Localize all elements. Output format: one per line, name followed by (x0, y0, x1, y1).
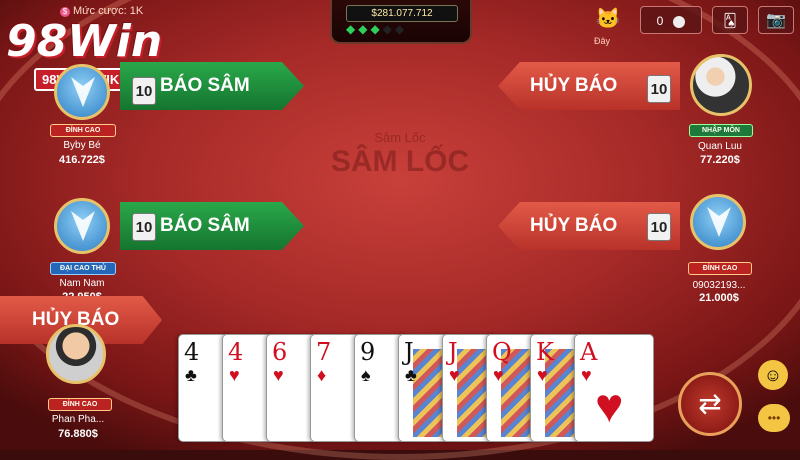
player-money: 77.220$ (700, 154, 740, 166)
player-name: Phan Pha... (51, 414, 105, 425)
card-rank: 7 (316, 338, 332, 366)
card-face-art (457, 349, 487, 437)
card-suit: ♦ (317, 365, 327, 385)
card-count: 10 (647, 213, 671, 241)
swap-icon[interactable]: ⇄ (678, 372, 742, 436)
player-money: 76.880$ (58, 428, 98, 440)
cat-bag-icon[interactable]: 🐱 (590, 6, 626, 32)
card-rank: J (404, 338, 414, 366)
camera-icon[interactable]: 📷 (758, 6, 794, 34)
card-rank: 6 (272, 338, 288, 366)
card-suit: ♣ (185, 365, 197, 385)
card-rank: Q (492, 338, 512, 366)
counter-button[interactable]: 0 (640, 6, 702, 34)
player-action-label: BÁO SÂM (160, 75, 250, 96)
rank-badge: ĐỈNH CAO (48, 398, 112, 411)
card-count: 10 (132, 77, 156, 105)
player-avatar[interactable] (690, 54, 752, 116)
player-name: Nam Nam (59, 278, 105, 289)
card-count: 10 (132, 213, 156, 241)
card-suit: ♥ (449, 365, 460, 385)
player-hand: 4 ♣ 4 ♥ 6 ♥ 7 ♦ 9 ♠ J ♣ J ♥ Q ♥ K ♥ A ♥ ♥ (178, 334, 658, 446)
card-rank: 4 (228, 338, 244, 366)
card-suit: ♠ (361, 365, 371, 385)
fox-icon (707, 207, 731, 237)
player-avatar[interactable] (690, 194, 746, 250)
player-money: 21.000$ (699, 292, 739, 304)
fox-icon (71, 77, 95, 107)
chat-icon[interactable]: ••• (758, 404, 790, 432)
watermark-line2: SÂM LỐC (330, 145, 470, 178)
player-name: Quan Luu (698, 141, 742, 152)
player-name: 09032193... (692, 280, 746, 291)
table-watermark: Sâm Lốc SÂM LỐC (300, 130, 500, 179)
rank-badge: ĐẠI CAO THỦ (50, 262, 116, 275)
fox-icon (71, 211, 95, 241)
card-suit: ♥ (273, 365, 284, 385)
player-avatar[interactable] (54, 64, 110, 120)
card-rank: 4 (184, 338, 200, 366)
heart-icon: ♥ (595, 380, 624, 433)
card-rank: A (580, 338, 598, 366)
gem-icons-filled: ◆◆◆ (346, 22, 383, 36)
player-avatar[interactable] (46, 324, 106, 384)
gem-icons-empty: ◆◆ (382, 22, 408, 36)
smile-icon[interactable]: ☺ (758, 360, 788, 390)
rank-badge: NHẬP MÔN (689, 124, 753, 137)
bag-label: Đây (594, 36, 611, 46)
player-action-label: HỦY BÁO (530, 75, 618, 96)
coin-toggle-icon (673, 15, 686, 28)
card-suit: ♥ (537, 365, 548, 385)
card-count: 10 (647, 75, 671, 103)
card-face-art (413, 349, 443, 437)
pot-amount: $281.077.712 (346, 5, 458, 22)
player-name: Byby Bé (63, 140, 101, 151)
player-money: 416.722$ (59, 154, 105, 166)
player-action-label: BÁO SÂM (160, 215, 250, 236)
cards-icon[interactable]: 🂡 (712, 6, 748, 34)
playing-card[interactable]: A ♥ ♥ (574, 334, 654, 442)
gem-row: ◆◆◆◆◆ (346, 22, 407, 36)
counter-value: 0 (656, 14, 664, 28)
player-action-label: HỦY BÁO (530, 215, 618, 236)
rank-badge: ĐỈNH CAO (688, 262, 752, 275)
card-rank: J (448, 338, 458, 366)
card-rank: 9 (360, 338, 376, 366)
card-rank: K (536, 338, 554, 366)
game-table: $ Mức cược: 1K $281.077.712 ◆◆◆◆◆ 🐱 Đây 0… (0, 0, 800, 460)
rank-badge: ĐỈNH CAO (50, 124, 116, 137)
card-suit: ♥ (493, 365, 504, 385)
card-suit: ♣ (405, 365, 417, 385)
watermark-line1: Sâm Lốc (374, 130, 426, 145)
pot-panel: $281.077.712 ◆◆◆◆◆ (330, 0, 472, 44)
brand-logo: 98Win (6, 16, 163, 67)
player-avatar[interactable] (54, 198, 110, 254)
card-suit: ♥ (581, 365, 592, 385)
card-suit: ♥ (229, 365, 240, 385)
